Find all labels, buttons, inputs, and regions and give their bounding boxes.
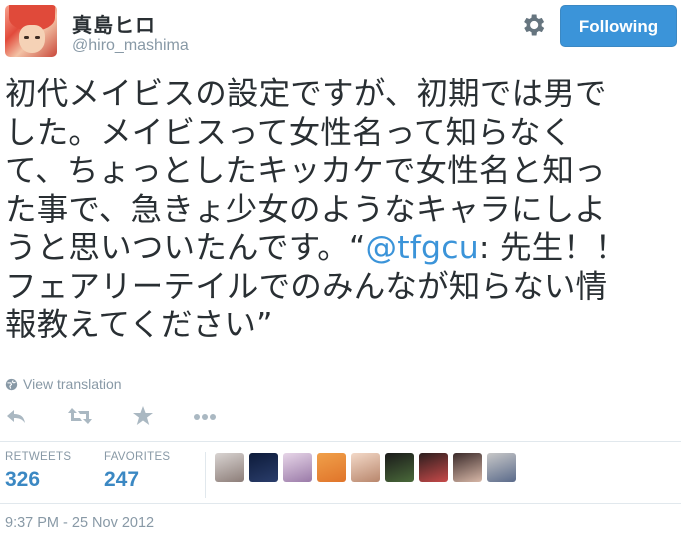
tweet-line-3: て、ちょっとしたキッカケで女性名と知っ xyxy=(5,153,606,189)
favorites-count[interactable]: 247 xyxy=(104,468,139,492)
mention-link[interactable]: @tfgcu xyxy=(366,230,479,266)
retweets-label[interactable]: RETWEETS xyxy=(5,451,71,463)
more-icon[interactable] xyxy=(192,404,218,428)
globe-icon xyxy=(5,378,18,390)
tweet-line-1: 初代メイビスの設定ですが、初期では男で xyxy=(5,76,607,112)
faverer-avatar-2[interactable] xyxy=(249,453,278,482)
tweet-line-7: 報教えてください” xyxy=(5,307,273,343)
tweet-line-4: た事で、急きょ少女のようなキャラにしよ xyxy=(5,191,607,228)
user-handle[interactable]: @hiro_mashima xyxy=(72,37,189,55)
tweet-line-5-tail: : 先生！！ xyxy=(478,230,627,266)
gear-icon[interactable] xyxy=(519,11,547,39)
reply-icon[interactable] xyxy=(5,404,27,428)
display-name[interactable]: 真島ヒロ xyxy=(72,9,156,38)
faverer-avatar-6[interactable] xyxy=(385,453,414,482)
favorite-icon[interactable] xyxy=(132,404,154,428)
stats-separator xyxy=(205,452,206,498)
tweet-line-5: うと思いついたんです。“ xyxy=(5,230,366,266)
favoriters-list xyxy=(215,453,516,482)
faverer-avatar-5[interactable] xyxy=(351,453,380,482)
faverer-avatar-8[interactable] xyxy=(453,453,482,482)
divider-bottom xyxy=(0,503,681,504)
tweet-line-2: した。メイビスって女性名って知らなく xyxy=(5,114,573,151)
tweet-text: 初代メイビスの設定ですが、初期では男で した。メイビスって女性名って知らなく て… xyxy=(5,75,675,345)
faverer-avatar-7[interactable] xyxy=(419,453,448,482)
view-translation-link[interactable]: View translation xyxy=(5,376,122,392)
retweet-icon[interactable] xyxy=(67,404,93,428)
tweet-line-6: フェアリーテイルでのみんなが知らない情 xyxy=(5,268,608,305)
faverer-avatar-3[interactable] xyxy=(283,453,312,482)
tweet-timestamp[interactable]: 9:37 PM - 25 Nov 2012 xyxy=(5,515,154,531)
view-translation-label: View translation xyxy=(23,376,122,392)
faverer-avatar-4[interactable] xyxy=(317,453,346,482)
faverer-avatar-9[interactable] xyxy=(487,453,516,482)
faverer-avatar-1[interactable] xyxy=(215,453,244,482)
favorites-label[interactable]: FAVORITES xyxy=(104,451,170,463)
following-button[interactable]: Following xyxy=(560,5,677,47)
retweets-count[interactable]: 326 xyxy=(5,468,40,492)
divider-top xyxy=(0,441,681,442)
profile-avatar[interactable] xyxy=(5,5,57,57)
